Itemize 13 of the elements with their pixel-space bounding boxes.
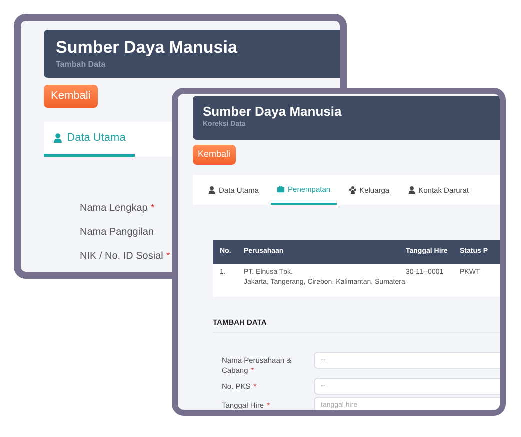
field-label: Nama Lengkap [80,202,148,216]
field-label: Nama Panggilan [80,226,154,240]
required-mark: * [166,250,170,264]
group-icon [348,186,357,194]
page-title: Sumber Daya Manusia [56,37,238,59]
user-icon [408,186,416,194]
briefcase-icon [277,185,286,194]
user-icon [53,133,64,143]
page-subtitle: Tambah Data [56,59,107,71]
field-label: NIK / No. ID Sosial [80,250,164,264]
page-title: Sumber Daya Manusia [203,103,343,120]
required-mark: * [150,202,155,216]
user-icon [208,186,216,194]
